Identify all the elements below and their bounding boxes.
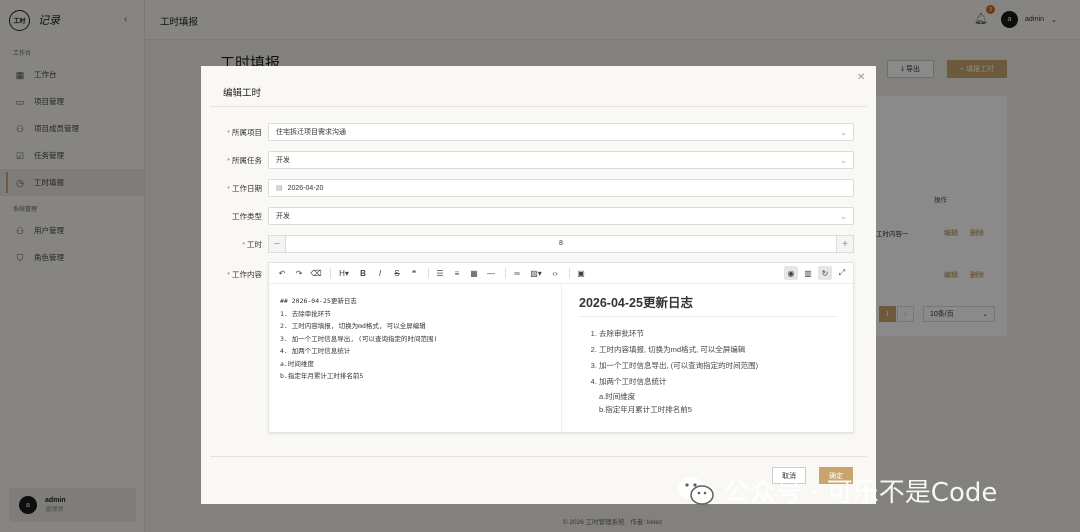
table-icon[interactable]: ▦ [467, 266, 481, 280]
watermark: 公众号 · 可乐不是Code [676, 472, 997, 509]
save-icon[interactable]: ▣ [574, 266, 588, 280]
source-line: 1. 去除审批环节 [280, 309, 331, 318]
list-item: 工时内容填报, 切换为md格式, 可以全屏编辑 [599, 342, 837, 358]
markdown-editor: ↶ ↷ ⌫ H▾ B I S ❝ ☰ ≡ ▦ — ∞ ▨▾ ‹› ▣ ◉ ▥ ↻… [268, 262, 854, 433]
task-select[interactable]: 开发 ⌄ [268, 151, 854, 169]
watermark-text: 公众号 · 可乐不是Code [724, 478, 998, 508]
type-select[interactable]: 开发 ⌄ [268, 207, 854, 225]
source-line: a.时间维度 [280, 359, 314, 368]
source-line: ## 2026-04-25更新日志 [280, 297, 357, 305]
source-line: 4. 加两个工时信息统计 [280, 347, 351, 355]
type-value: 开发 [276, 213, 290, 220]
preview-heading: 2026-04-25更新日志 [579, 292, 837, 317]
source-line: b.指定年月累计工时排名前5 [280, 372, 364, 380]
code-icon[interactable]: ‹› [548, 266, 562, 280]
sidebar-layout-icon[interactable]: ▥ [801, 266, 815, 280]
markdown-source[interactable]: ## 2026-04-25更新日志 1. 去除审批环节 2. 工时内容填报, 切… [269, 284, 562, 432]
hours-label: * 工时 [242, 240, 262, 249]
source-line: 3. 加一个工时信息导出, (可以查询指定的时间范围) [280, 334, 438, 343]
quote-icon[interactable]: ❝ [407, 266, 421, 280]
horizontal-rule-icon[interactable]: — [484, 266, 498, 280]
content-label: * 工作内容 [227, 270, 262, 279]
type-label: 工作类型 [232, 212, 262, 221]
list-item: 加一个工时信息导出, (可以查询指定的时间范围) [599, 358, 837, 374]
list-item-text: 加两个工时信息统计 [599, 377, 667, 386]
editor-view-controls: ◉ ▥ ↻ ⤢ [784, 266, 849, 280]
list-item: 去除审批环节 [599, 326, 837, 342]
divider [210, 456, 867, 457]
link-icon[interactable]: ∞ [510, 266, 524, 280]
source-line: 2. 工时内容填报, 切换为md格式, 可以全屏编辑 [280, 322, 426, 330]
type-row: 工作类型 开发 ⌄ [201, 207, 876, 225]
fullscreen-icon[interactable]: ⤢ [835, 266, 849, 280]
wechat-logo-icon [678, 476, 714, 505]
divider [428, 268, 429, 278]
image-icon[interactable]: ▨▾ [527, 266, 545, 280]
editor-toolbar: ↶ ↷ ⌫ H▾ B I S ❝ ☰ ≡ ▦ — ∞ ▨▾ ‹› ▣ ◉ ▥ ↻… [269, 263, 853, 284]
heading-icon[interactable]: H▾ [335, 266, 353, 280]
edit-timesheet-dialog: 编辑工时 ✕ * 所属项目 住宅拆迁项目需求沟通 ⌄ * 所属任务 开发 ⌄ * 工作… [201, 66, 876, 504]
task-label: * 所属任务 [227, 156, 262, 165]
clear-format-icon[interactable]: ⌫ [309, 266, 323, 280]
undo-icon[interactable]: ↶ [275, 266, 289, 280]
hours-stepper: − 8 + [268, 235, 854, 253]
plus-button[interactable]: + [836, 235, 854, 253]
strikethrough-icon[interactable]: S [390, 266, 404, 280]
divider [330, 268, 331, 278]
divider [505, 268, 506, 278]
project-label: * 所属项目 [227, 128, 262, 137]
divider [569, 268, 570, 278]
bold-icon[interactable]: B [356, 266, 370, 280]
minus-button[interactable]: − [268, 235, 286, 253]
calendar-icon: ▤ [276, 185, 283, 192]
project-row: * 所属项目 住宅拆迁项目需求沟通 ⌄ [201, 123, 876, 141]
italic-icon[interactable]: I [373, 266, 387, 280]
hours-row: * 工时 − 8 + [201, 235, 876, 253]
ordered-list-icon[interactable]: ≡ [450, 266, 464, 280]
chevron-down-icon: ⌄ [840, 128, 847, 137]
preview-icon[interactable]: ◉ [784, 266, 798, 280]
date-picker[interactable]: ▤ 2026-04-20 [268, 179, 854, 197]
list-subitem: a.时间维度 [599, 392, 636, 401]
close-icon[interactable]: ✕ [857, 72, 865, 83]
date-label: * 工作日期 [227, 184, 262, 193]
unordered-list-icon[interactable]: ☰ [433, 266, 447, 280]
chevron-down-icon: ⌄ [840, 212, 847, 221]
sync-scroll-icon[interactable]: ↻ [818, 266, 832, 280]
date-row: * 工作日期 ▤ 2026-04-20 [201, 179, 876, 197]
list-item: 加两个工时信息统计 a.时间维度 b.指定年月累计工时排名前5 [599, 374, 837, 416]
markdown-preview: 2026-04-25更新日志 去除审批环节 工时内容填报, 切换为md格式, 可… [563, 284, 853, 432]
hours-input[interactable]: 8 [287, 236, 835, 252]
date-value: 2026-04-20 [287, 184, 324, 192]
project-value: 住宅拆迁项目需求沟通 [276, 129, 346, 136]
project-select[interactable]: 住宅拆迁项目需求沟通 ⌄ [268, 123, 854, 141]
task-value: 开发 [276, 157, 290, 164]
redo-icon[interactable]: ↷ [292, 266, 306, 280]
task-row: * 所属任务 开发 ⌄ [201, 151, 876, 169]
dialog-title: 编辑工时 [223, 88, 262, 99]
list-subitem: b.指定年月累计工时排名前5 [599, 405, 692, 414]
chevron-down-icon: ⌄ [840, 156, 847, 165]
preview-list: 去除审批环节 工时内容填报, 切换为md格式, 可以全屏编辑 加一个工时信息导出… [579, 326, 837, 416]
divider [210, 106, 867, 107]
